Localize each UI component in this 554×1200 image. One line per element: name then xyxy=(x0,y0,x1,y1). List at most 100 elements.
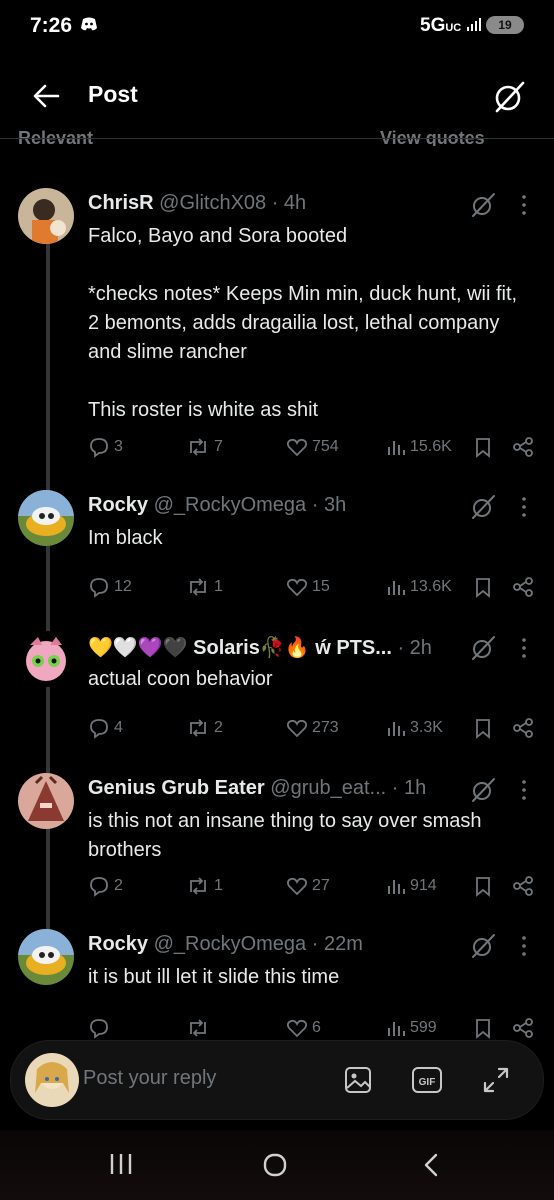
share-button[interactable] xyxy=(512,715,534,741)
author-name[interactable]: 💛🤍💜🖤 Solaris🥀🔥 ẃ PTS... xyxy=(88,637,392,659)
reply-composer[interactable]: Post your reply GIF xyxy=(10,1040,544,1120)
repost-button[interactable]: 1 xyxy=(186,873,223,899)
post-text: is this not an insane thing to say over … xyxy=(88,810,488,861)
views-button[interactable]: 914 xyxy=(386,873,437,899)
heart-icon xyxy=(286,1019,308,1038)
share-button[interactable] xyxy=(512,873,534,899)
repost-button[interactable] xyxy=(186,1015,214,1041)
like-button[interactable]: 6 xyxy=(286,1015,321,1041)
more-vertical-icon[interactable] xyxy=(518,635,530,661)
home-icon[interactable] xyxy=(262,1152,288,1178)
avatar[interactable] xyxy=(18,490,74,546)
share-icon xyxy=(513,876,533,896)
reply-count: 3 xyxy=(114,438,123,455)
avatar[interactable] xyxy=(18,631,74,687)
more-vertical-icon[interactable] xyxy=(518,777,530,803)
author-handle: @_RockyOmega · 3h xyxy=(153,494,347,516)
bookmark-button[interactable] xyxy=(473,1015,493,1041)
share-button[interactable] xyxy=(512,434,534,460)
expand-icon[interactable] xyxy=(481,1065,511,1095)
heart-icon xyxy=(286,877,308,896)
views-button[interactable]: 3.3K xyxy=(386,715,443,741)
reply-input[interactable]: Post your reply xyxy=(83,1067,216,1090)
view-quotes-link[interactable]: View quotes xyxy=(380,128,485,146)
share-button[interactable] xyxy=(512,1015,534,1041)
heart-icon xyxy=(286,719,308,738)
grok-icon[interactable] xyxy=(470,777,496,803)
reply-button[interactable]: 2 xyxy=(88,873,123,899)
view-count: 599 xyxy=(410,1019,437,1036)
bookmark-icon xyxy=(476,719,490,739)
like-button[interactable]: 273 xyxy=(286,715,339,741)
views-button[interactable]: 13.6K xyxy=(386,574,452,600)
more-vertical-icon[interactable] xyxy=(518,192,530,218)
repost-button[interactable]: 7 xyxy=(186,434,223,460)
grok-icon[interactable] xyxy=(470,635,496,661)
signal-icon xyxy=(467,18,481,31)
bookmark-button[interactable] xyxy=(473,715,493,741)
post-text: Falco, Bayo and Sora booted *checks note… xyxy=(88,225,518,421)
post-text: Im black xyxy=(88,527,163,549)
author-name[interactable]: Genius Grub Eater xyxy=(88,777,265,799)
share-button[interactable] xyxy=(512,574,534,600)
back-arrow-icon[interactable] xyxy=(32,82,60,110)
share-icon xyxy=(513,437,533,457)
like-count: 273 xyxy=(312,719,339,736)
author-handle: @grub_eat... · 1h xyxy=(270,777,427,799)
avatar[interactable] xyxy=(18,929,74,985)
share-icon xyxy=(513,718,533,738)
views-icon xyxy=(388,581,405,595)
reply-count: 4 xyxy=(114,719,123,736)
views-button[interactable]: 599 xyxy=(386,1015,437,1041)
avatar[interactable] xyxy=(18,188,74,244)
repost-button[interactable]: 1 xyxy=(186,574,223,600)
back-icon[interactable] xyxy=(420,1152,442,1178)
grok-icon[interactable] xyxy=(470,192,496,218)
more-vertical-icon[interactable] xyxy=(518,933,530,959)
views-icon xyxy=(388,880,405,894)
author-name[interactable]: ChrisR xyxy=(88,192,154,214)
reply-button[interactable]: 3 xyxy=(88,434,123,460)
status-bar: 7:26 5GUC 19 xyxy=(0,0,554,52)
repost-count: 1 xyxy=(214,877,223,894)
view-count: 3.3K xyxy=(410,719,443,736)
like-count: 27 xyxy=(312,877,330,894)
recents-icon[interactable] xyxy=(108,1152,134,1176)
grok-icon[interactable] xyxy=(470,933,496,959)
reply-button[interactable]: 4 xyxy=(88,715,123,741)
repost-button[interactable]: 2 xyxy=(186,715,223,741)
heart-icon xyxy=(286,578,308,597)
post-text: actual coon behavior xyxy=(88,668,273,690)
action-bar: 3 7 754 15.6K xyxy=(88,434,538,460)
more-vertical-icon[interactable] xyxy=(518,494,530,520)
views-button[interactable]: 15.6K xyxy=(386,434,452,460)
views-icon xyxy=(388,1022,405,1036)
reply-icon xyxy=(90,719,108,739)
share-icon xyxy=(513,1018,533,1038)
like-button[interactable]: 15 xyxy=(286,574,330,600)
author-name[interactable]: Rocky xyxy=(88,933,148,955)
repost-icon xyxy=(190,578,206,596)
like-button[interactable]: 27 xyxy=(286,873,330,899)
grok-icon[interactable] xyxy=(470,494,496,520)
author-name[interactable]: Rocky xyxy=(88,494,148,516)
bookmark-button[interactable] xyxy=(473,574,493,600)
avatar[interactable] xyxy=(18,773,74,829)
gif-icon[interactable]: GIF xyxy=(411,1065,443,1095)
sort-relevant[interactable]: Relevant xyxy=(18,128,93,146)
image-icon[interactable] xyxy=(343,1065,373,1095)
reply-button[interactable] xyxy=(88,1015,114,1041)
view-count: 13.6K xyxy=(410,578,452,595)
bookmark-icon xyxy=(476,1019,490,1039)
post-author: 💛🤍💜🖤 Solaris🥀🔥 ẃ PTS... · 2h xyxy=(88,635,448,660)
grok-icon[interactable] xyxy=(492,80,526,114)
like-button[interactable]: 754 xyxy=(286,434,339,460)
like-count: 15 xyxy=(312,578,330,595)
action-bar: 12 1 15 13.6K xyxy=(88,574,538,600)
reply-button[interactable]: 12 xyxy=(88,574,132,600)
repost-count: 1 xyxy=(214,578,223,595)
bookmark-button[interactable] xyxy=(473,434,493,460)
bookmark-button[interactable] xyxy=(473,873,493,899)
network-indicator: 5GUC xyxy=(420,15,462,36)
repost-icon xyxy=(190,719,206,737)
